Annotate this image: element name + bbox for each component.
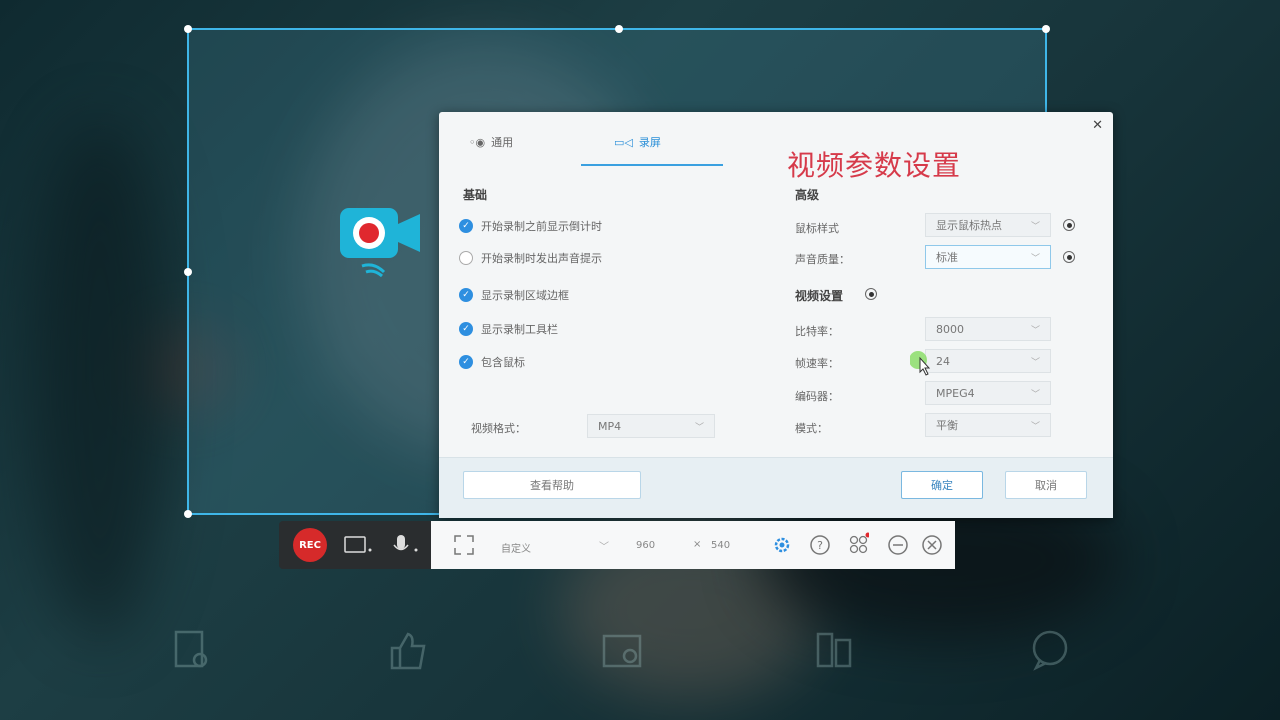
- option-countdown[interactable]: ✓ 开始录制之前显示倒计时: [459, 218, 602, 234]
- mobile-devices-icon: [816, 632, 852, 668]
- framerate-label: 帧速率：: [795, 357, 839, 370]
- mode-label: 模式：: [795, 422, 828, 435]
- video-section-title: 视频设置: [795, 289, 844, 303]
- option-label: 开始录制时发出声音提示: [481, 252, 602, 265]
- help-button[interactable]: 查看帮助: [463, 471, 641, 499]
- chevron-down-icon: ﹀: [1030, 253, 1040, 264]
- resize-handle-top-right[interactable]: [1042, 25, 1050, 33]
- audio-quality-option-icon[interactable]: [1063, 251, 1075, 263]
- chat-bubble-icon: [1032, 630, 1068, 671]
- tab-video[interactable]: ▭◁ 录屏: [614, 134, 661, 150]
- times-sign: ×: [693, 539, 702, 550]
- volume-label: 声音质量：: [795, 253, 850, 266]
- advanced-section-title: 高级: [795, 188, 820, 202]
- bitrate-label: 比特率：: [795, 325, 839, 338]
- help-icon[interactable]: ?: [809, 534, 831, 556]
- video-camera-logo-icon: [340, 208, 420, 278]
- settings-dialog: ✕ ◦◉ 通用 ▭◁ 录屏 视频参数设置 基础 ✓ 开始录制之前显示倒计时 开始…: [439, 112, 1113, 518]
- encoder-value: MPEG4: [936, 386, 975, 400]
- resize-handle-middle-left[interactable]: [184, 268, 192, 276]
- width-input[interactable]: 960: [636, 540, 655, 551]
- apps-icon[interactable]: [847, 532, 869, 554]
- resize-handle-bottom-left[interactable]: [184, 510, 192, 518]
- resize-handle-top-center[interactable]: [615, 25, 623, 33]
- rec-button[interactable]: REC: [293, 528, 327, 562]
- cursor-style-select[interactable]: 显示鼠标热点 ﹀: [925, 213, 1051, 237]
- fullscreen-icon[interactable]: [453, 534, 475, 556]
- option-sound-prompt[interactable]: 开始录制时发出声音提示: [459, 250, 602, 266]
- chevron-down-icon[interactable]: ﹀: [599, 538, 609, 553]
- recording-toolbar-main: REC: [279, 521, 431, 569]
- format-select[interactable]: MP4 ﹀: [587, 414, 715, 438]
- document-search-icon: [174, 630, 208, 668]
- cursor-label: 鼠标样式: [795, 222, 839, 235]
- cursor-style-option-icon[interactable]: [1063, 219, 1075, 231]
- framerate-select[interactable]: 24 ﹀: [925, 349, 1051, 373]
- height-input[interactable]: 540: [711, 540, 730, 551]
- option-include-cursor[interactable]: ✓ 包含鼠标: [459, 354, 525, 370]
- close-toolbar-icon[interactable]: [921, 534, 943, 556]
- dialog-footer: 查看帮助 确定 取消: [439, 457, 1113, 518]
- chevron-down-icon: ﹀: [694, 422, 704, 433]
- checkbox-checked-icon: ✓: [459, 288, 473, 302]
- chevron-down-icon: ﹀: [1030, 221, 1040, 232]
- general-icon: ◦◉: [469, 135, 486, 149]
- chevron-down-icon: ﹀: [1030, 325, 1040, 336]
- option-label: 包含鼠标: [481, 356, 525, 369]
- screen-select-icon[interactable]: [343, 534, 373, 556]
- minimize-icon[interactable]: [887, 534, 909, 556]
- resize-handle-top-left[interactable]: [184, 25, 192, 33]
- video-settings-option-icon[interactable]: [865, 288, 877, 300]
- basic-section-title: 基础: [463, 188, 488, 202]
- checkbox-unchecked-icon: [459, 251, 473, 265]
- bitrate-select[interactable]: 8000 ﹀: [925, 317, 1051, 341]
- option-label: 显示录制工具栏: [481, 323, 558, 336]
- checkbox-checked-icon: ✓: [459, 355, 473, 369]
- format-label: 视频格式：: [471, 422, 526, 435]
- annotation-title: 视频参数设置: [787, 149, 962, 182]
- tab-active-indicator: [581, 164, 723, 166]
- option-show-border[interactable]: ✓ 显示录制区域边框: [459, 287, 569, 303]
- tab-video-label: 录屏: [638, 136, 661, 149]
- format-value: MP4: [598, 419, 622, 433]
- tab-general-label: 通用: [491, 136, 514, 149]
- audio-quality-value: 标准: [936, 251, 958, 264]
- mouse-cursor-icon: [910, 351, 931, 376]
- cancel-button[interactable]: 取消: [1005, 471, 1087, 499]
- framerate-value: 24: [936, 354, 950, 368]
- checkbox-checked-icon: ✓: [459, 322, 473, 336]
- mode-value: 平衡: [936, 419, 958, 432]
- microphone-icon[interactable]: [389, 534, 419, 556]
- screenshot-icon: [602, 634, 642, 668]
- bitrate-value: 8000: [936, 322, 964, 336]
- video-camera-icon: ▭◁: [614, 135, 633, 149]
- audio-quality-select[interactable]: 标准 ﹀: [925, 245, 1051, 269]
- recording-toolbar-options: 自定义 ﹀ 960 × 540 ?: [431, 521, 955, 569]
- option-show-toolbar[interactable]: ✓ 显示录制工具栏: [459, 321, 558, 337]
- option-label: 显示录制区域边框: [481, 289, 569, 302]
- chevron-down-icon: ﹀: [1030, 421, 1040, 432]
- cursor-style-value: 显示鼠标热点: [936, 219, 1002, 232]
- encoder-select[interactable]: MPEG4 ﹀: [925, 381, 1051, 405]
- tab-general[interactable]: ◦◉ 通用: [469, 134, 513, 150]
- checkbox-checked-icon: ✓: [459, 219, 473, 233]
- option-label: 开始录制之前显示倒计时: [481, 220, 602, 233]
- chevron-down-icon: ﹀: [1030, 357, 1040, 368]
- encoder-label: 编码器：: [795, 390, 839, 403]
- thumbs-up-icon: [390, 632, 426, 670]
- mode-select[interactable]: 平衡 ﹀: [925, 413, 1051, 437]
- svg-text:?: ?: [817, 539, 823, 552]
- settings-gear-icon[interactable]: [771, 534, 793, 556]
- region-mode-value[interactable]: 自定义: [501, 540, 531, 555]
- close-icon[interactable]: ✕: [1092, 118, 1103, 133]
- ok-button[interactable]: 确定: [901, 471, 983, 499]
- chevron-down-icon: ﹀: [1030, 389, 1040, 400]
